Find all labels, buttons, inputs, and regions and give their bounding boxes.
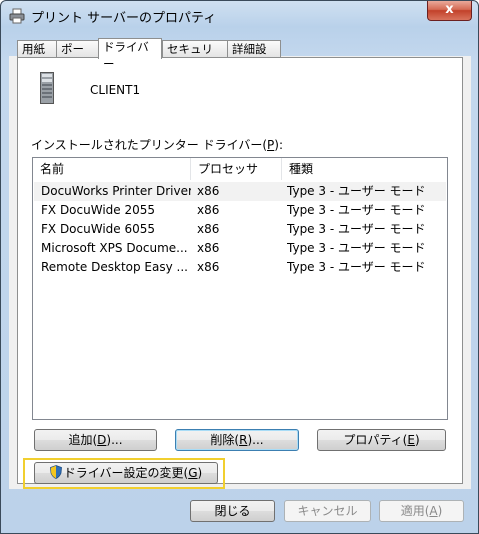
driver-type: Type 3 - ユーザー モード [287,184,426,198]
driver-name: FX DocuWide 6055 [41,222,156,236]
apply-button[interactable]: 適用(A) [379,500,464,522]
tab-label: 用紙 [22,42,45,56]
driver-processor: x86 [197,222,220,236]
driver-list[interactable]: 名前 プロセッサ 種類 DocuWorks Printer Driver x86… [32,157,448,420]
list-item[interactable]: Remote Desktop Easy ... x86 Type 3 - ユーザ… [34,258,446,277]
remove-driver-button[interactable]: 削除(R)... [175,429,299,451]
column-header-processor[interactable]: プロセッサ [191,158,282,180]
close-button[interactable]: 閉じる [190,500,275,522]
add-driver-button[interactable]: 追加(D)... [34,429,157,451]
installed-drivers-label: インストールされたプリンター ドライバー(P): [31,138,284,152]
server-icon [40,72,54,104]
tab-security[interactable]: セキュリティ [162,40,228,73]
tab-paper[interactable]: 用紙 [17,40,57,57]
properties-window: プリント サーバーのプロパティ x 用紙 ポート ドライバー セキュリティ 詳細… [0,0,479,534]
tab-advanced[interactable]: 詳細設定 [227,40,281,73]
close-window-button[interactable]: x [427,1,472,21]
tab-ports[interactable]: ポート [56,40,99,73]
driver-name: DocuWorks Printer Driver [41,184,191,198]
driver-type: Type 3 - ユーザー モード [287,241,426,255]
uac-shield-icon [49,465,62,479]
list-header: 名前 プロセッサ 種類 [33,158,447,180]
list-item[interactable]: DocuWorks Printer Driver x86 Type 3 - ユー… [34,182,446,201]
driver-type: Type 3 - ユーザー モード [287,203,426,217]
driver-processor: x86 [197,184,220,198]
printer-icon [9,8,25,24]
window-title: プリント サーバーのプロパティ [31,11,217,26]
driver-processor: x86 [197,203,220,217]
driver-properties-button[interactable]: プロパティ(E) [317,429,446,451]
title-bar[interactable]: プリント サーバーのプロパティ x [1,1,478,31]
server-name: CLIENT1 [90,83,141,97]
change-driver-settings-button[interactable]: ドライバー設定の変更(G) [34,462,218,484]
drivers-tab-page: CLIENT1 インストールされたプリンター ドライバー(P): 名前 プロセッ… [17,57,463,484]
tab-drivers[interactable]: ドライバー [98,38,162,71]
close-icon: x [445,2,454,17]
column-header-type[interactable]: 種類 [282,158,447,180]
driver-type: Type 3 - ユーザー モード [287,260,426,274]
driver-name: Remote Desktop Easy ... [41,260,188,274]
column-header-name[interactable]: 名前 [33,158,191,180]
cancel-button[interactable]: キャンセル [284,500,371,522]
driver-name: Microsoft XPS Docume... [41,241,188,255]
driver-processor: x86 [197,241,220,255]
list-item[interactable]: FX DocuWide 6055 x86 Type 3 - ユーザー モード [34,220,446,239]
list-item[interactable]: FX DocuWide 2055 x86 Type 3 - ユーザー モード [34,201,446,220]
driver-type: Type 3 - ユーザー モード [287,222,426,236]
driver-name: FX DocuWide 2055 [41,203,156,217]
list-item[interactable]: Microsoft XPS Docume... x86 Type 3 - ユーザ… [34,239,446,258]
driver-processor: x86 [197,260,220,274]
